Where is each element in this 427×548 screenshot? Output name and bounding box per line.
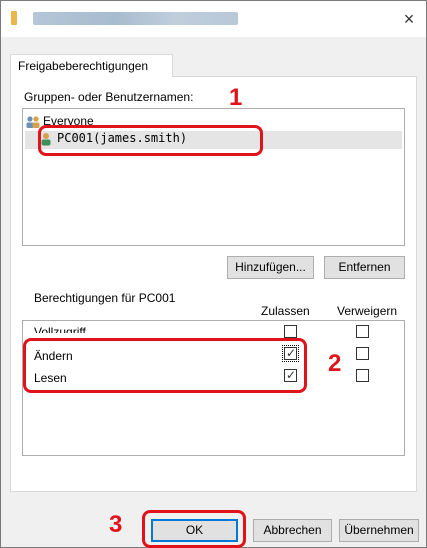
full-control-deny-checkbox[interactable] — [356, 325, 369, 338]
permissions-label: Berechtigungen für PC001 — [34, 291, 176, 305]
allow-column-header: Zulassen — [261, 304, 310, 318]
full-control-allow-checkbox[interactable] — [284, 325, 297, 338]
folder-icon — [11, 11, 17, 25]
step-number: 3 — [109, 511, 123, 538]
group-icon — [26, 116, 40, 128]
read-deny-checkbox[interactable] — [356, 369, 369, 382]
callout-highlight-ok — [142, 510, 246, 548]
permission-name: Vollzugriff — [34, 325, 86, 339]
tab-share-permissions[interactable]: Freigabeberechtigungen — [10, 54, 173, 77]
change-deny-checkbox[interactable] — [356, 347, 369, 360]
remove-button[interactable]: Entfernen — [324, 256, 405, 279]
close-button[interactable]: × — [400, 10, 418, 28]
callout-highlight-permissions — [23, 338, 307, 393]
tab-label: Freigabeberechtigungen — [18, 59, 149, 73]
window-title-redacted — [33, 12, 238, 25]
cancel-button[interactable]: Abbrechen — [253, 519, 332, 542]
apply-button[interactable]: Übernehmen — [339, 519, 419, 542]
step-number: 2 — [328, 350, 342, 377]
groups-label: Gruppen- oder Benutzernamen: — [24, 90, 194, 104]
step-number: 1 — [229, 84, 243, 111]
add-button[interactable]: Hinzufügen... — [227, 256, 314, 279]
callout-highlight-user — [38, 125, 263, 156]
deny-column-header: Verweigern — [337, 304, 398, 318]
